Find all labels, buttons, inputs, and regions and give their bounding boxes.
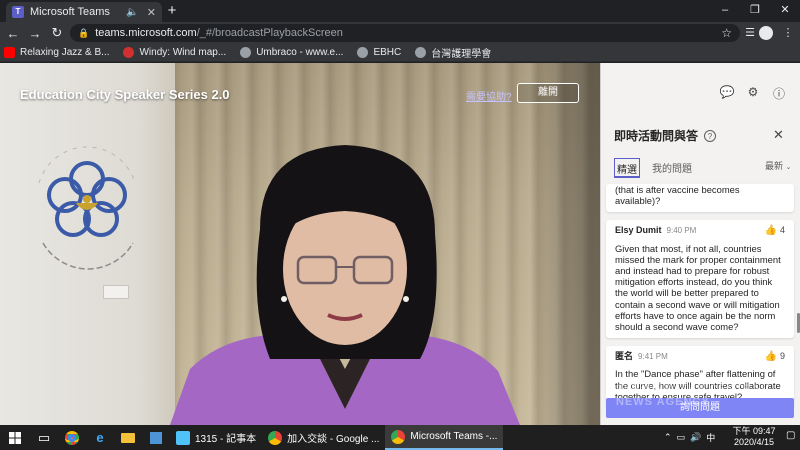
news-watermark: 中央通訊社 THE CENTRAL NEWS AGENCY (616, 383, 769, 408)
windows-start-icon[interactable] (0, 425, 30, 450)
bookmark-item[interactable]: Relaxing Jazz & B... (4, 47, 109, 58)
association-logo (25, 123, 155, 283)
taskbar-app-chrome-teams[interactable]: Microsoft Teams -... (385, 425, 504, 450)
notepad-icon (176, 430, 190, 445)
media-controls-icon[interactable]: ☰ (740, 22, 760, 44)
minimize-button[interactable]: – (710, 0, 740, 22)
profile-avatar[interactable] (759, 26, 773, 40)
taskbar-app-notepad[interactable]: 1315 - 記事本 (170, 425, 262, 450)
network-icon[interactable]: ▭ (677, 432, 686, 443)
question-time: 9:40 PM (666, 226, 697, 236)
tab-featured[interactable]: 精選 (614, 158, 640, 178)
thumbs-up-icon: 👍 (764, 225, 777, 237)
bookmarks-bar: Relaxing Jazz & B... Windy: Wind map... … (0, 44, 800, 62)
bookmark-star-icon[interactable]: ☆ (721, 26, 732, 40)
question-time: 9:41 PM (638, 352, 668, 362)
globe-icon (240, 47, 252, 58)
sort-dropdown[interactable]: 最新 ⌄ (765, 159, 791, 172)
question-text: (that is after vaccine becomes available… (615, 184, 740, 207)
question-author: Elsy Dumit (615, 225, 662, 236)
event-title: Education City Speaker Series 2.0 (20, 87, 230, 102)
tab-close-icon[interactable]: ✕ (147, 6, 156, 19)
settings-gear-icon[interactable]: ⚙ (745, 85, 761, 101)
youtube-icon (4, 47, 15, 58)
help-link[interactable]: 需要協助? (466, 88, 512, 103)
back-button[interactable]: ← (2, 26, 24, 41)
question-author: 匿名 (615, 351, 634, 362)
qa-title: 即時活動問與答 ? (614, 127, 717, 144)
tab-title: Microsoft Teams (30, 6, 110, 18)
ime-icon[interactable]: 中 (706, 431, 715, 444)
url-host: teams.microsoft.com (95, 27, 197, 39)
question-text: Given that most, if not all, countries m… (615, 242, 781, 333)
new-tab-button[interactable]: + (164, 3, 180, 19)
close-window-button[interactable]: ✕ (770, 0, 800, 22)
windy-icon (123, 47, 135, 58)
task-view-icon[interactable]: ▭ (30, 425, 58, 450)
question-card: Elsy Dumit 9:40 PM 👍 4 Given that most, i… (606, 220, 794, 339)
browser-tab-teams[interactable]: T Microsoft Teams 🔈 ✕ (6, 2, 162, 22)
close-panel-icon[interactable]: ✕ (773, 127, 784, 143)
taskbar-clock[interactable]: 下午 09:47 2020/4/15 (724, 426, 784, 448)
like-button[interactable]: 👍 9 (765, 351, 785, 362)
qa-tabs: 精選 我的問題 (614, 158, 704, 180)
speaker-icon[interactable]: 🔈 (126, 7, 138, 18)
chat-icon[interactable]: 💬 (719, 85, 735, 101)
chrome-icon[interactable] (58, 425, 86, 450)
edge-icon[interactable]: e (86, 425, 114, 450)
volume-icon[interactable]: 🔊 (690, 432, 701, 443)
chevron-up-icon[interactable]: ⌃ (664, 432, 672, 443)
notification-icon[interactable]: ▢ (786, 430, 795, 441)
clock-time: 下午 09:47 (732, 426, 776, 436)
bookmark-item[interactable]: EBHC (357, 47, 401, 58)
question-help-icon[interactable]: ? (704, 129, 717, 142)
chrome-icon (268, 430, 283, 445)
browser-tabstrip: T Microsoft Teams 🔈 ✕ + – ❐ ✕ (0, 0, 800, 22)
thumbs-up-icon: 👍 (764, 351, 777, 363)
reload-button[interactable]: ↻ (46, 25, 68, 41)
globe-icon (357, 47, 369, 58)
bookmark-item[interactable]: Windy: Wind map... (123, 47, 226, 58)
file-explorer-icon[interactable] (114, 425, 142, 450)
speaker-person (150, 109, 540, 425)
forward-button[interactable]: → (24, 26, 46, 41)
taskbar-app-chrome-meet[interactable]: 加入交談 - Google ... (262, 425, 385, 450)
info-icon[interactable]: ⓘ (771, 85, 787, 101)
qa-panel: 💬 ⚙ ⓘ 即時活動問與答 ? ✕ 精選 我的問題 最新 ⌄ (that is … (600, 63, 800, 425)
chrome-icon (391, 429, 406, 444)
lock-icon: 🔒 (78, 27, 90, 38)
globe-icon (415, 47, 427, 58)
bookmark-item[interactable]: 台灣護理學會 (415, 45, 491, 60)
system-tray: ⌃ ▭ 🔊 中 (664, 425, 720, 450)
tab-my-questions[interactable]: 我的問題 (652, 158, 692, 178)
url-path: /_#/broadcastPlaybackScreen (196, 27, 343, 39)
background-shadow (530, 63, 600, 425)
question-card: (that is after vaccine becomes available… (606, 184, 794, 213)
leave-button[interactable]: 離開 (517, 83, 579, 103)
store-icon[interactable] (142, 425, 170, 450)
clock-date: 2020/4/15 (733, 437, 775, 447)
broadcast-video[interactable]: Education City Speaker Series 2.0 需要協助? … (0, 63, 600, 425)
chevron-down-icon: ⌄ (785, 164, 792, 171)
restore-button[interactable]: ❐ (740, 0, 770, 22)
bookmark-item[interactable]: Umbraco - www.e... (240, 47, 343, 58)
menu-kebab-icon[interactable]: ⋮ (778, 22, 798, 44)
wall-outlet (103, 285, 129, 299)
like-button[interactable]: 👍 4 (765, 225, 785, 236)
teams-favicon-icon: T (12, 6, 24, 18)
address-bar[interactable]: 🔒 teams.microsoft.com/_#/broadcastPlayba… (70, 24, 740, 42)
